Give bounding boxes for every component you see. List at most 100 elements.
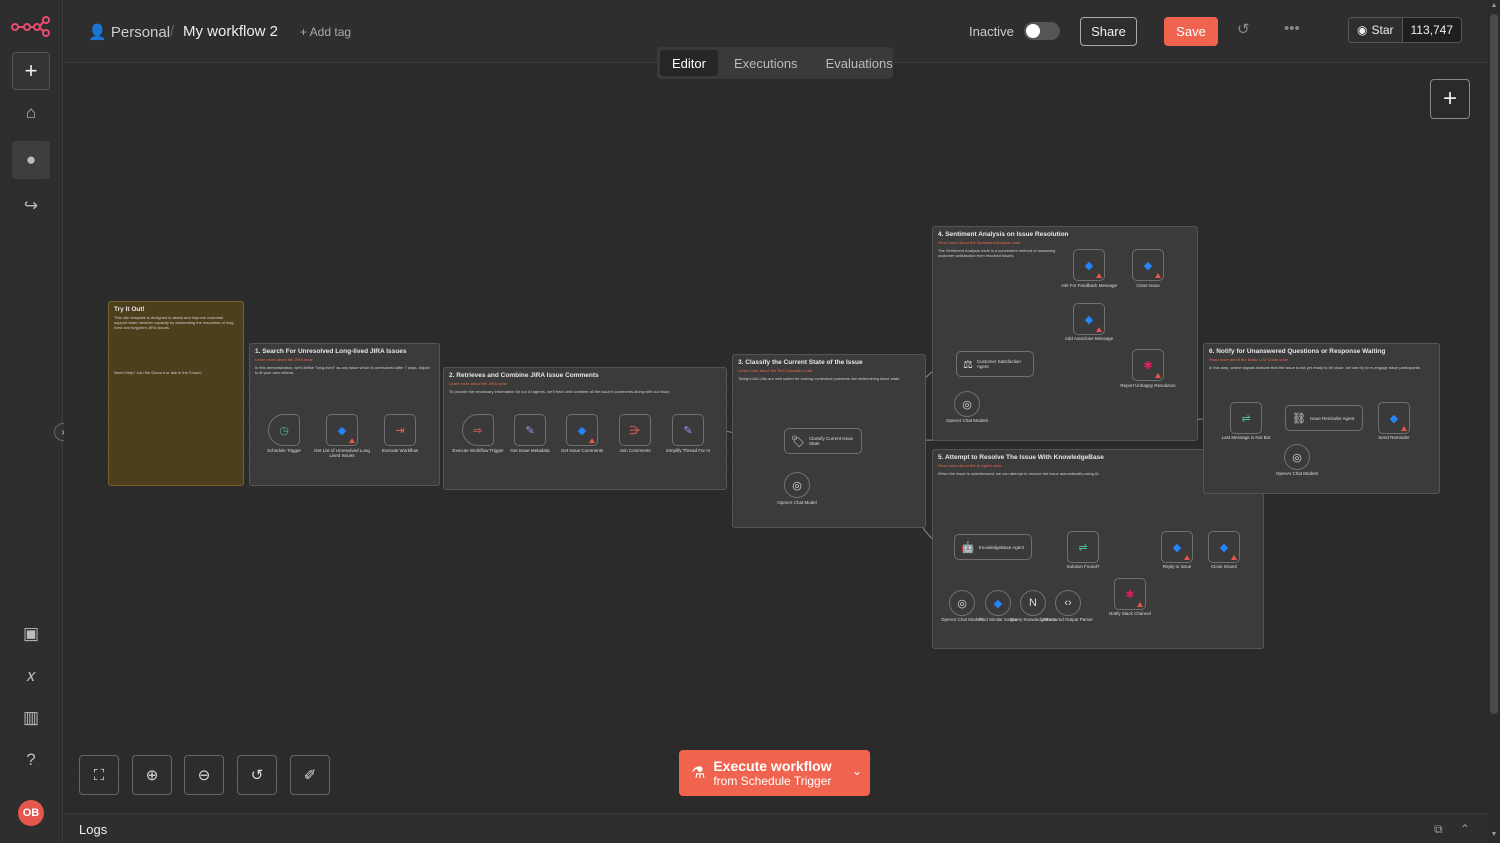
node-report-unhappy[interactable]: ✱	[1132, 349, 1164, 381]
zoom-out-button[interactable]: ⊖	[184, 755, 224, 795]
warning-icon	[1155, 273, 1161, 278]
scroll-thumb[interactable]	[1490, 14, 1498, 714]
add-node-button[interactable]: +	[1430, 79, 1470, 119]
chevron-down-icon[interactable]: ⌄	[852, 764, 862, 778]
warning-icon	[1231, 555, 1237, 560]
breadcrumb-separator: /	[170, 23, 175, 40]
node-label: Last Message is Not Bot	[1221, 435, 1271, 440]
workflow-title[interactable]: My workflow 2	[183, 23, 278, 40]
help-icon[interactable]: ?	[12, 741, 50, 779]
node-label: Join Comments	[619, 448, 651, 453]
sticky-link[interactable]: Read more about the Sentiment Analysis n…	[938, 240, 1192, 245]
user-icon[interactable]: ●	[12, 141, 50, 179]
node-get-unresolved[interactable]: ◆	[326, 414, 358, 446]
node-label: Send Reminder	[1378, 435, 1410, 440]
node-label: OpenAI Chat Model3	[1275, 471, 1319, 476]
share-icon[interactable]: ↪	[12, 187, 50, 225]
node-find-similar[interactable]: ◆	[985, 590, 1011, 616]
node-classify[interactable]: 🏷 Classify Current Issue State	[784, 428, 862, 454]
n8n-logo[interactable]	[11, 15, 51, 37]
node-get-comments[interactable]: ◆	[566, 414, 598, 446]
node-reminder-agent[interactable]: ⛓ Issue Reminder Agent	[1285, 405, 1363, 431]
pop-out-icon[interactable]: ⧉	[1434, 822, 1443, 837]
jira-icon: ◆	[1084, 259, 1094, 272]
node-close-issue2[interactable]: ◆	[1208, 531, 1240, 563]
node-openai-model3[interactable]: ◎	[1284, 444, 1310, 470]
scroll-up-arrow[interactable]: ▲	[1490, 2, 1498, 9]
node-join-comments[interactable]: ⋺	[619, 414, 651, 446]
breadcrumb-project[interactable]: 👤 Personal	[88, 23, 170, 41]
warning-icon	[349, 438, 355, 443]
node-structured-parser[interactable]: ‹›	[1055, 590, 1081, 616]
sticky-body: In this demonstration, we'll define "lon…	[255, 365, 430, 375]
sticky-link[interactable]: Read more about the Basic LLM Chain node	[1209, 357, 1434, 362]
openai-icon: ◎	[792, 479, 802, 492]
chevron-up-icon[interactable]: ⌃	[1460, 822, 1470, 836]
sticky-link[interactable]: Learn more about the JIRA node	[449, 381, 721, 386]
warning-icon	[1155, 373, 1161, 378]
node-simplify-thread[interactable]: ✎	[672, 414, 704, 446]
clock-icon: ◷	[279, 424, 289, 437]
active-toggle[interactable]	[1024, 22, 1060, 40]
zoom-in-button[interactable]: ⊕	[132, 755, 172, 795]
save-button[interactable]: Save	[1164, 17, 1218, 46]
jira-icon: ◆	[1084, 313, 1094, 326]
node-label: Close Issue	[1136, 283, 1160, 288]
node-kb-agent[interactable]: 🤖 KnowledgeBase Agent	[954, 534, 1032, 560]
workflow-canvas[interactable]: Try It Out! This n8n template is designe…	[64, 63, 1488, 813]
execute-workflow-button[interactable]: ⚗ Execute workflow from Schedule Trigger…	[679, 750, 870, 796]
node-openai-model4[interactable]: ◎	[954, 391, 980, 417]
node-exec-trigger[interactable]: ⇨	[462, 414, 494, 446]
scroll-down-arrow[interactable]: ▼	[1490, 831, 1498, 838]
node-execute-workflow[interactable]: ⇥	[384, 414, 416, 446]
node-label: OpenAI Chat Model	[777, 500, 817, 505]
node-close-issue[interactable]: ◆	[1132, 249, 1164, 281]
node-openai-model-kb[interactable]: ◎	[949, 590, 975, 616]
sticky-link[interactable]: Learn more about the Text Classifier nod…	[738, 368, 920, 373]
tab-evaluations[interactable]: Evaluations	[814, 50, 905, 76]
jira-icon: ◆	[1172, 541, 1182, 554]
node-customer-agent[interactable]: ⚖ Customer Satisfaction Agent	[956, 351, 1034, 377]
tidy-up-button[interactable]: ✐	[290, 755, 330, 795]
toggle-knob	[1026, 24, 1040, 38]
warning-icon	[1096, 273, 1102, 278]
tab-editor[interactable]: Editor	[660, 50, 718, 76]
create-button[interactable]: +	[12, 52, 50, 90]
history-icon[interactable]: ↺	[1237, 20, 1250, 38]
node-schedule-trigger[interactable]: ◷	[268, 414, 300, 446]
jira-icon: ◆	[1389, 412, 1399, 425]
sticky-link[interactable]: Learn more about the JIRA node	[255, 357, 434, 362]
logs-panel[interactable]: Logs ⧉ ⌃	[64, 813, 1488, 843]
node-notify-slack[interactable]: ✱	[1114, 578, 1146, 610]
node-openai-model[interactable]: ◎	[784, 472, 810, 498]
variables-icon[interactable]: 𝑥	[12, 657, 50, 695]
node-ask-feedback[interactable]: ◆	[1073, 249, 1105, 281]
more-options-icon[interactable]: •••	[1284, 20, 1300, 37]
node-add-autoclose[interactable]: ◆	[1073, 303, 1105, 335]
node-query-kb[interactable]: N	[1020, 590, 1046, 616]
sticky-title: 3. Classify the Current State of the Iss…	[738, 359, 863, 366]
github-star-button[interactable]: ◉ Star 113,747	[1348, 17, 1462, 43]
node-solution-found[interactable]: ⇌	[1067, 531, 1099, 563]
node-reply-issue[interactable]: ◆	[1161, 531, 1193, 563]
share-button[interactable]: Share	[1080, 17, 1137, 46]
node-send-reminder[interactable]: ◆	[1378, 402, 1410, 434]
reset-zoom-button[interactable]: ↺	[237, 755, 277, 795]
pencil-icon: ✎	[683, 424, 693, 437]
node-last-message[interactable]: ⇌	[1230, 402, 1262, 434]
fit-view-button[interactable]: ⛶	[79, 755, 119, 795]
sticky-intro[interactable]: Try It Out! This n8n template is designe…	[108, 301, 244, 486]
add-tag-button[interactable]: + Add tag	[300, 25, 351, 39]
avatar[interactable]: OB	[18, 800, 44, 826]
node-get-metadata[interactable]: ✎	[514, 414, 546, 446]
insights-icon[interactable]: ▥	[12, 699, 50, 737]
logs-label: Logs	[79, 822, 108, 837]
page-scrollbar[interactable]: ▲ ▼	[1488, 0, 1500, 843]
execute-label: Execute workflow	[713, 758, 832, 774]
home-icon[interactable]: ⌂	[12, 94, 50, 132]
templates-icon[interactable]: ▣	[12, 615, 50, 653]
tag-icon: 🏷	[791, 435, 805, 448]
tab-executions[interactable]: Executions	[722, 50, 810, 76]
node-label: Ask For Feedback Message	[1060, 283, 1118, 288]
node-label: Solution Found?	[1066, 564, 1100, 569]
